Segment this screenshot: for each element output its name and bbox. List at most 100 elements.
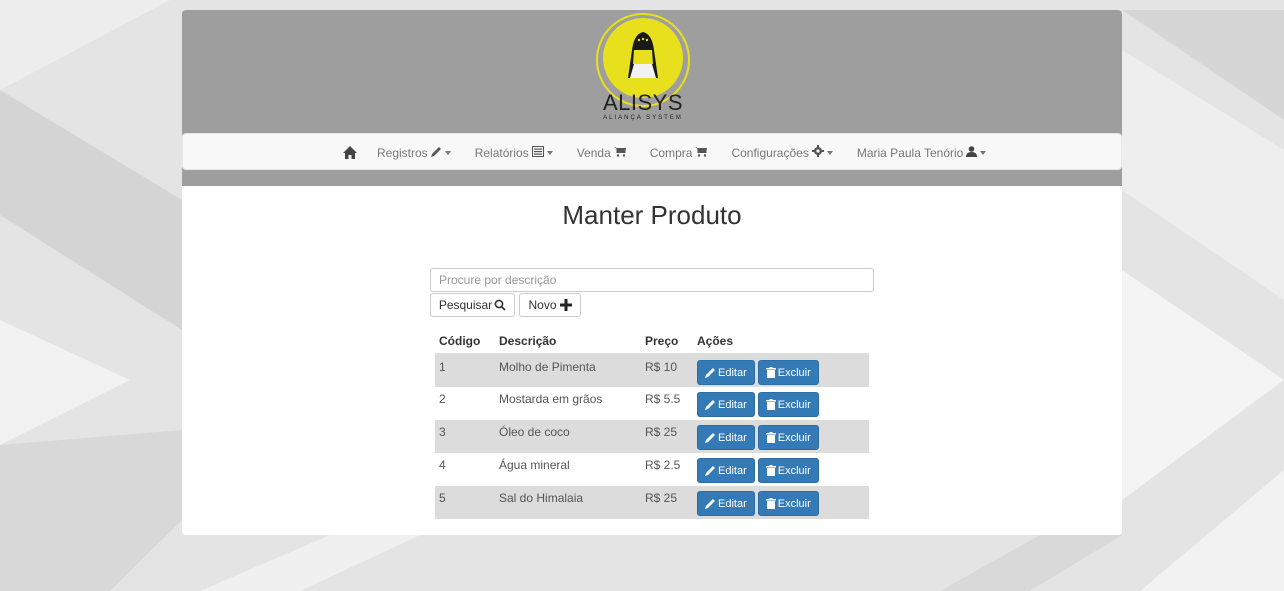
delete-button[interactable]: Excluir (757, 425, 819, 450)
nav-configuracoes-label: Configurações (731, 145, 809, 160)
cell-preco: R$ 5.5 (641, 387, 693, 420)
edit-button-label: Editar (718, 497, 747, 510)
pencil-icon (705, 466, 715, 476)
nav-venda[interactable]: Venda (577, 146, 626, 160)
app-frame: ALISYS ALIANÇA SYSTEM Registros Relatóri… (182, 10, 1122, 535)
brand-tagline: ALIANÇA SYSTEM (603, 115, 683, 121)
edit-button[interactable]: Editar (697, 458, 755, 483)
header-banner: ALISYS ALIANÇA SYSTEM Registros Relatóri… (182, 10, 1122, 186)
delete-button[interactable]: Excluir (757, 360, 819, 385)
search-icon (494, 299, 506, 311)
delete-button-label: Excluir (777, 398, 811, 411)
pencil-icon (705, 400, 715, 410)
plus-icon (559, 299, 572, 311)
caret-down-icon (546, 150, 553, 155)
home-icon (343, 146, 357, 159)
search-button[interactable]: Pesquisar (430, 293, 515, 317)
trash-icon (765, 498, 776, 509)
trash-icon (765, 399, 776, 410)
cell-descricao: Mostarda em grãos (495, 387, 641, 420)
edit-button[interactable]: Editar (697, 491, 755, 516)
trash-icon (765, 465, 776, 476)
nav-user-label: Maria Paula Tenório (856, 145, 964, 160)
trash-icon (765, 432, 776, 443)
cell-acoes: Editar Excluir (693, 354, 869, 387)
cell-codigo: 4 (435, 453, 495, 486)
table-row: 3 Óleo de coco R$ 25 Editar Excluir (435, 420, 869, 453)
delete-button-label: Excluir (777, 464, 811, 477)
col-header-acoes: Ações (693, 329, 869, 355)
brand-name: ALISYS (602, 90, 684, 115)
edit-button-label: Editar (718, 431, 747, 444)
new-button[interactable]: Novo (519, 293, 581, 317)
nav-compra-label: Compra (649, 145, 693, 160)
page-title: Manter Produto (562, 200, 742, 230)
trash-icon (765, 367, 776, 378)
search-input[interactable] (430, 268, 874, 292)
cart-icon (613, 146, 626, 160)
nav-venda-label: Venda (576, 145, 611, 160)
cell-acoes: Editar Excluir (693, 486, 869, 519)
search-button-label: Pesquisar (438, 298, 493, 312)
cell-descricao: Óleo de coco (495, 420, 641, 453)
edit-button-label: Editar (718, 464, 747, 477)
cell-preco: R$ 25 (641, 486, 693, 519)
cell-codigo: 3 (435, 420, 495, 453)
cell-acoes: Editar Excluir (693, 453, 869, 486)
brand-logo: ALISYS ALIANÇA SYSTEM (590, 12, 696, 132)
cell-codigo: 2 (435, 387, 495, 420)
cell-codigo: 5 (435, 486, 495, 519)
nav-menu: Registros Relatórios Venda Compra Config… (343, 134, 1010, 171)
cell-descricao: Molho de Pimenta (495, 354, 641, 387)
table-header-row: Código Descrição Preço Ações (435, 329, 869, 355)
col-header-preco: Preço (641, 329, 693, 355)
list-alt-icon (531, 145, 544, 160)
delete-button-label: Excluir (777, 431, 811, 444)
nav-relatorios[interactable]: Relatórios (474, 145, 553, 160)
pencil-icon (430, 146, 442, 160)
table-row: 1 Molho de Pimenta R$ 10 Editar Excluir (435, 354, 869, 387)
home-link[interactable] (343, 146, 357, 159)
nav-registros-label: Registros (377, 145, 428, 160)
cog-icon (811, 145, 824, 160)
cell-preco: R$ 10 (641, 354, 693, 387)
caret-down-icon (826, 150, 833, 155)
nav-user-menu[interactable]: Maria Paula Tenório (857, 146, 987, 160)
edit-button[interactable]: Editar (697, 392, 755, 417)
main-content: Manter Produto Pesquisar Novo Código Des… (182, 186, 1122, 535)
pencil-icon (705, 433, 715, 443)
cell-acoes: Editar Excluir (693, 387, 869, 420)
cell-codigo: 1 (435, 354, 495, 387)
delete-button-label: Excluir (777, 366, 811, 379)
nav-configuracoes[interactable]: Configurações (731, 145, 833, 160)
table-row: 5 Sal do Himalaia R$ 25 Editar Excluir (435, 486, 869, 519)
cart-icon (695, 146, 708, 160)
cell-preco: R$ 2.5 (641, 453, 693, 486)
cell-descricao: Sal do Himalaia (495, 486, 641, 519)
edit-button[interactable]: Editar (697, 360, 755, 385)
edit-button[interactable]: Editar (697, 425, 755, 450)
table-row: 4 Água mineral R$ 2.5 Editar Excluir (435, 453, 869, 486)
delete-button[interactable]: Excluir (757, 392, 819, 417)
nav-relatorios-label: Relatórios (474, 145, 529, 160)
products-table: Código Descrição Preço Ações 1 Molho de … (435, 329, 869, 519)
cell-acoes: Editar Excluir (693, 420, 869, 453)
main-navbar: Registros Relatórios Venda Compra Config… (182, 133, 1122, 170)
cell-preco: R$ 25 (641, 420, 693, 453)
pencil-icon (705, 368, 715, 378)
new-button-label: Novo (528, 298, 557, 312)
col-header-descricao: Descrição (495, 329, 641, 355)
delete-button-label: Excluir (777, 497, 811, 510)
user-icon (966, 145, 978, 160)
cell-descricao: Água mineral (495, 453, 641, 486)
nav-compra[interactable]: Compra (650, 146, 708, 160)
caret-down-icon (980, 150, 987, 155)
table-row: 2 Mostarda em grãos R$ 5.5 Editar Excluir (435, 387, 869, 420)
delete-button[interactable]: Excluir (757, 458, 819, 483)
delete-button[interactable]: Excluir (757, 491, 819, 516)
edit-button-label: Editar (718, 366, 747, 379)
nav-registros[interactable]: Registros (377, 146, 451, 160)
col-header-codigo: Código (435, 329, 495, 355)
caret-down-icon (444, 150, 451, 155)
edit-button-label: Editar (718, 398, 747, 411)
